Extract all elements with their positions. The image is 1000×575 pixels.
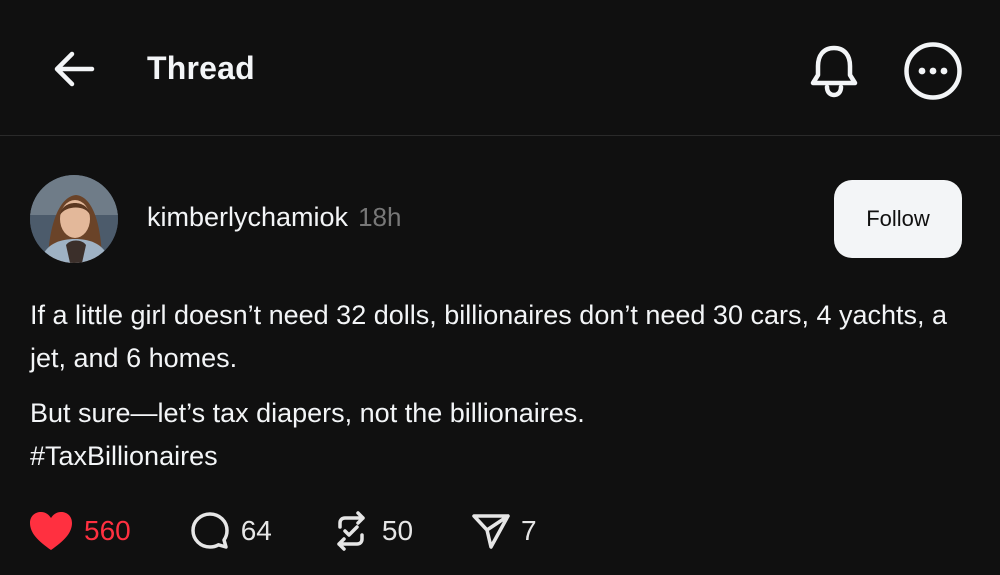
comment-icon <box>190 512 229 549</box>
post-timestamp: 18h <box>358 202 402 232</box>
follow-button[interactable]: Follow <box>834 180 962 258</box>
bell-icon <box>810 45 858 98</box>
page-title: Thread <box>147 50 255 86</box>
repost-count: 50 <box>381 515 414 546</box>
heart-filled-icon <box>30 512 72 550</box>
post-body: If a little girl doesn’t need 32 dolls, … <box>30 294 970 490</box>
like-count: 560 <box>84 515 131 546</box>
post-author-row: kimberlychamiok 18h <box>147 202 401 233</box>
more-options-button[interactable] <box>902 40 964 102</box>
hashtag-link[interactable]: #TaxBillionaires <box>30 435 970 478</box>
repost-icon <box>337 511 365 551</box>
username[interactable]: kimberlychamiok <box>147 202 348 233</box>
arrow-left-icon <box>54 51 95 87</box>
avatar[interactable] <box>30 175 118 263</box>
repost-button[interactable]: 50 <box>330 510 413 552</box>
notifications-button[interactable] <box>804 40 864 100</box>
avatar-image <box>30 175 118 263</box>
post-paragraph: But sure—let’s tax diapers, not the bill… <box>30 398 585 428</box>
reply-button[interactable]: 64 <box>189 510 272 552</box>
post-paragraph: If a little girl doesn’t need 32 dolls, … <box>30 300 948 373</box>
reply-count: 64 <box>240 515 272 546</box>
send-icon <box>472 514 510 549</box>
top-bar: Thread <box>0 0 1000 136</box>
more-horizontal-icon <box>904 42 962 100</box>
back-button[interactable] <box>46 42 102 96</box>
like-button[interactable]: 560 <box>28 510 131 552</box>
share-button[interactable]: 7 <box>471 511 537 551</box>
share-count: 7 <box>521 515 537 546</box>
post-actions: 560 64 50 7 <box>28 506 537 556</box>
